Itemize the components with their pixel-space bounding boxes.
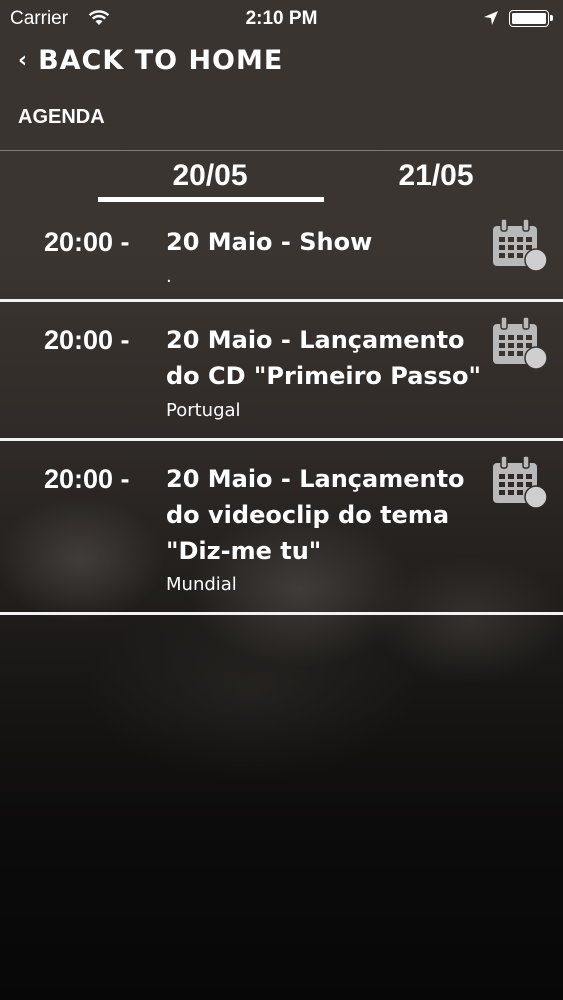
battery-icon — [509, 10, 553, 27]
event-title: 20 Maio - Lançamento do CD "Primeiro Pas… — [166, 326, 481, 390]
event-time: 20:00 - — [44, 325, 130, 355]
event-item[interactable]: 20:00 - 20 Maio - Lançamento do CD "Prim… — [0, 302, 563, 441]
event-item[interactable]: 20:00 - 20 Maio - Lançamento do videocli… — [0, 441, 563, 615]
event-location: Portugal — [166, 400, 241, 421]
event-time: 20:00 - — [44, 464, 130, 494]
divider — [0, 612, 563, 615]
add-to-calendar-icon[interactable] — [492, 455, 550, 511]
tab-date-previous[interactable]: 05 — [0, 159, 15, 193]
tab-date-selected[interactable]: 20/05 — [97, 159, 323, 193]
event-item[interactable]: 20:00 - 20 Maio - Show . — [0, 204, 563, 302]
add-to-calendar-icon[interactable] — [492, 218, 550, 274]
event-location: Mundial — [166, 574, 237, 595]
back-to-home-button[interactable]: ‹ BACK TO HOME — [18, 40, 283, 80]
date-tab-bar: 05 20/05 21/05 — [0, 150, 563, 203]
add-to-calendar-icon[interactable] — [492, 316, 550, 372]
event-time: 20:00 - — [44, 227, 130, 257]
event-location: . — [166, 266, 172, 287]
status-time: 2:10 PM — [245, 8, 318, 29]
back-to-home-label: BACK TO HOME — [38, 44, 284, 76]
tab-date-next[interactable]: 21/05 — [323, 159, 549, 193]
selected-tab-indicator — [98, 197, 324, 202]
chevron-left-icon: ‹ — [18, 47, 29, 73]
event-title: 20 Maio - Show — [166, 228, 373, 256]
location-arrow-icon — [483, 10, 499, 32]
page-title: AGENDA — [18, 106, 105, 128]
status-bar: Carrier 2:10 PM — [0, 0, 563, 38]
event-title: 20 Maio - Lançamento do videoclip do tem… — [166, 465, 465, 565]
